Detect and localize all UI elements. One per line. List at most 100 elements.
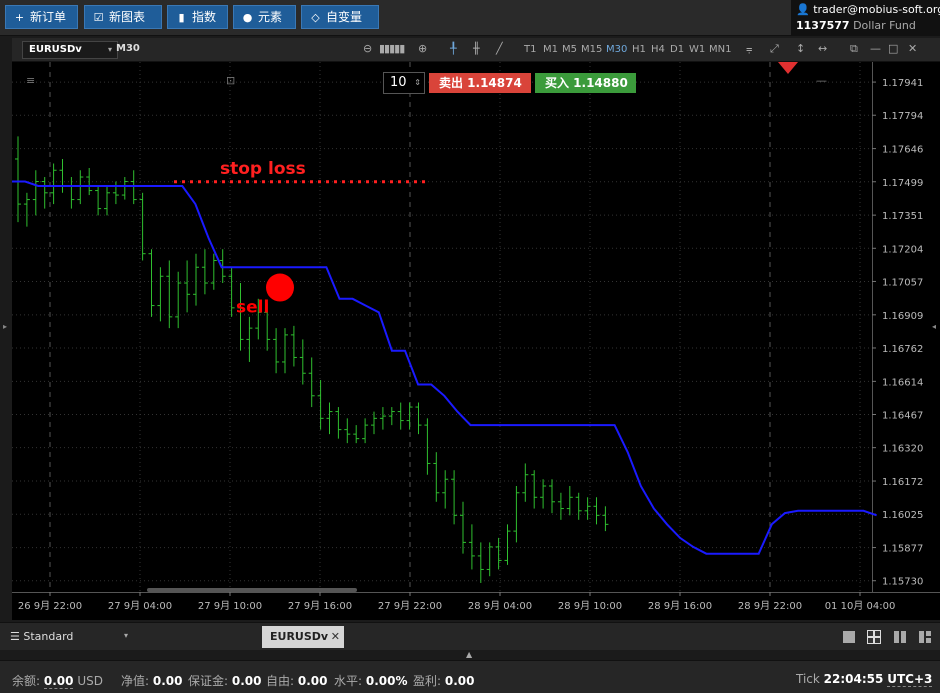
tf-mn1[interactable]: MN1 bbox=[709, 44, 731, 55]
minimize-icon[interactable]: — bbox=[870, 42, 881, 55]
buy-button[interactable]: 买入 1.14880 bbox=[535, 73, 636, 93]
layout-single-icon[interactable] bbox=[842, 630, 856, 644]
y-tick-label: 1.16909 bbox=[882, 311, 923, 322]
chart-scrollbar bbox=[147, 588, 357, 592]
tf-m30[interactable]: M30 bbox=[606, 44, 627, 55]
x-tick-label: 26 9月 22:00 bbox=[18, 600, 82, 612]
custom-variables-button[interactable]: ◇ 自变量 bbox=[301, 5, 379, 29]
tf-h4[interactable]: H4 bbox=[651, 44, 665, 55]
x-tick-label: 01 10月 04:00 bbox=[825, 600, 896, 612]
tf-t1[interactable]: T1 bbox=[524, 44, 536, 55]
chart-collapse-icon: — bbox=[816, 74, 827, 87]
shapes-icon: ● bbox=[242, 11, 253, 24]
horizontal-line-icon[interactable]: ↔ bbox=[818, 42, 827, 55]
close-tab-icon[interactable]: ✕ bbox=[331, 626, 340, 648]
symbol-select[interactable]: EURUSDv ▾ bbox=[22, 41, 118, 59]
maximize-icon[interactable]: □ bbox=[888, 42, 898, 55]
sell-marker bbox=[266, 273, 294, 302]
tf-d1[interactable]: D1 bbox=[670, 44, 684, 55]
spinner-icon[interactable]: ⇕ bbox=[414, 73, 421, 93]
y-tick-label: 1.17351 bbox=[882, 211, 923, 222]
bar-type-icon[interactable]: ╀ bbox=[450, 42, 457, 55]
tf-m5[interactable]: M5 bbox=[562, 44, 577, 55]
layout-select[interactable]: ☰ Standard bbox=[10, 630, 73, 643]
y-tick-label: 1.16614 bbox=[882, 377, 923, 388]
y-tick-label: 1.17941 bbox=[882, 78, 923, 89]
y-tick-label: 1.16762 bbox=[882, 344, 923, 355]
tf-h1[interactable]: H1 bbox=[632, 44, 646, 55]
y-tick-label: 1.17499 bbox=[882, 178, 923, 189]
chart-tab-strip: ☰ Standard ▾ EURUSDv ✕ bbox=[0, 622, 940, 650]
price-chart[interactable]: 1.17941 1.17794 1.17646 1.17499 1.17351 1.172… bbox=[12, 62, 940, 620]
y-tick-label: 1.16320 bbox=[882, 444, 923, 455]
chart-template-icon: ⊡ bbox=[226, 74, 235, 87]
layout-columns-icon[interactable] bbox=[893, 630, 907, 644]
y-tick-label: 1.16467 bbox=[882, 411, 923, 422]
line-type-icon[interactable]: ╱ bbox=[496, 42, 503, 55]
layout-grid-icon[interactable] bbox=[867, 630, 881, 644]
current-timeframe: M30 bbox=[116, 43, 140, 54]
chart-menu-icon: ≡ bbox=[26, 74, 35, 87]
new-order-button[interactable]: + 新订单 bbox=[5, 5, 78, 29]
new-chart-button[interactable]: ☑ 新图表 bbox=[84, 5, 162, 29]
vertical-line-icon[interactable]: ↕ bbox=[796, 42, 805, 55]
x-tick-label: 28 9月 04:00 bbox=[468, 600, 532, 612]
order-quantity-input[interactable]: 10 ⇕ bbox=[383, 72, 425, 94]
candle-type-icon[interactable]: ╫ bbox=[473, 42, 480, 55]
plus-icon: + bbox=[14, 11, 25, 24]
tf-m1[interactable]: M1 bbox=[543, 44, 558, 55]
balance-status: 余额: 0.00 USD bbox=[12, 674, 103, 689]
account-user: trader@mobius-soft.org bbox=[813, 3, 940, 16]
y-tick-label: 1.17204 bbox=[882, 244, 923, 255]
x-tick-label: 28 9月 10:00 bbox=[558, 600, 622, 612]
y-tick-label: 1.15730 bbox=[882, 577, 923, 588]
chart-tab-eurusdv[interactable]: EURUSDv ✕ bbox=[262, 626, 344, 648]
x-tick-label: 28 9月 22:00 bbox=[738, 600, 802, 612]
free-margin-status: 自由: 0.00 bbox=[266, 674, 328, 688]
x-tick-label: 27 9月 22:00 bbox=[378, 600, 442, 612]
x-tick-label: 27 9月 10:00 bbox=[198, 600, 262, 612]
sell-button[interactable]: 卖出 1.14874 bbox=[429, 73, 531, 93]
left-panel-toggle-icon[interactable]: ▸ bbox=[3, 322, 7, 331]
zoom-in-icon[interactable]: ⊕ bbox=[418, 42, 427, 55]
expand-panel-icon[interactable]: ▲ bbox=[466, 650, 472, 659]
margin-status: 保证金: 0.00 bbox=[188, 674, 262, 688]
x-tick-label: 27 9月 04:00 bbox=[108, 600, 172, 612]
stop-loss-label: stop loss bbox=[220, 159, 306, 179]
timezone-select[interactable]: UTC+3 bbox=[887, 672, 933, 687]
diamond-icon: ◇ bbox=[311, 11, 320, 24]
settings-icon[interactable]: ⩦ bbox=[746, 42, 752, 56]
main-toolbar: + 新订单 ☑ 新图表 ▮ 指数 ● 元素 ◇ 自变量 👤 trader@mobius-s… bbox=[0, 0, 940, 36]
account-number: 1137577 bbox=[796, 19, 850, 32]
server-time: Tick 22:04:55 UTC+3 bbox=[796, 672, 933, 687]
indicator-line bbox=[12, 180, 877, 555]
right-panel-toggle-icon[interactable]: ◂ bbox=[932, 322, 936, 331]
zoom-slider[interactable]: ▮▮▮▮▮ bbox=[379, 42, 405, 55]
user-icon: 👤 bbox=[796, 3, 810, 16]
y-tick-label: 1.16025 bbox=[882, 510, 923, 521]
margin-level-status: 水平: 0.00% bbox=[334, 674, 408, 688]
y-tick-label: 1.17794 bbox=[882, 111, 923, 122]
y-tick-label: 1.17057 bbox=[882, 277, 923, 288]
trendline-icon[interactable]: ⤢ bbox=[770, 42, 779, 56]
y-tick-label: 1.15877 bbox=[882, 544, 923, 555]
indicators-button[interactable]: ▮ 指数 bbox=[167, 5, 228, 29]
equity-status: 净值: 0.00 bbox=[121, 674, 183, 688]
y-tick-label: 1.16172 bbox=[882, 477, 923, 488]
y-tick-label: 1.17646 bbox=[882, 145, 923, 156]
zoom-out-icon[interactable]: ⊖ bbox=[363, 42, 372, 55]
tf-m15[interactable]: M15 bbox=[581, 44, 602, 55]
chevron-down-icon[interactable]: ▾ bbox=[124, 631, 128, 640]
chart-icon: ☑ bbox=[93, 11, 104, 24]
menu-icon: ☰ bbox=[10, 630, 20, 643]
chart-canvas[interactable]: 1.17941 1.17794 1.17646 1.17499 1.17351 1.172… bbox=[12, 62, 940, 620]
chart-window-header: EURUSDv ▾ M30 ⊖ ▮▮▮▮▮ ⊕ ╀ ╫ ╱ T1 M1 M5 M… bbox=[12, 38, 940, 62]
close-icon[interactable]: ✕ bbox=[908, 42, 917, 55]
detach-icon[interactable]: ⧉ bbox=[850, 42, 858, 56]
elements-button[interactable]: ● 元素 bbox=[233, 5, 296, 29]
account-fund: Dollar Fund bbox=[853, 19, 916, 32]
sell-label: sell bbox=[236, 298, 269, 318]
tf-w1[interactable]: W1 bbox=[689, 44, 705, 55]
account-panel[interactable]: 👤 trader@mobius-soft.org 1137577 Dollar … bbox=[791, 0, 940, 36]
layout-rows-icon[interactable] bbox=[918, 630, 932, 644]
